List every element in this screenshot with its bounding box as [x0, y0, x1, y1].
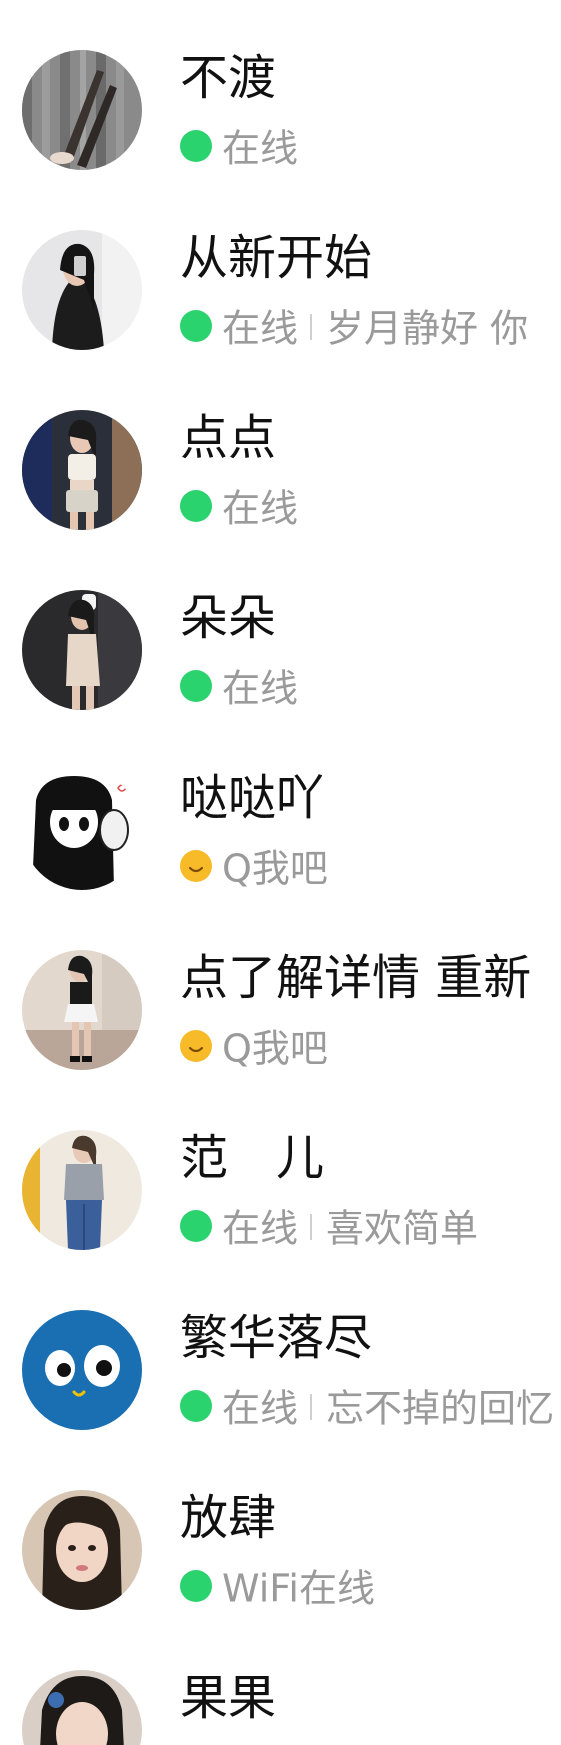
status-text: Q我吧: [222, 846, 328, 891]
contact-name: 繁华落尽: [180, 1310, 373, 1366]
avatar[interactable]: [22, 410, 142, 530]
status-text: 在线: [222, 1386, 299, 1431]
contact-row[interactable]: 繁华落尽 在线 忘不掉的回忆: [0, 1260, 561, 1440]
avatar[interactable]: [22, 50, 142, 170]
contact-row[interactable]: 从新开始 在线 岁月静好 你: [0, 180, 561, 360]
divider: [310, 1213, 313, 1240]
status-text: 在线: [222, 666, 299, 711]
online-dot-icon: [180, 489, 212, 522]
contact-row[interactable]: 范 儿 在线 喜欢简单: [0, 1080, 561, 1260]
contact-row[interactable]: 点点 在线: [0, 360, 561, 540]
signature-text: 喜欢简单: [326, 1206, 479, 1251]
contact-name: 不渡: [180, 50, 277, 106]
smile-icon: [180, 1029, 212, 1062]
status-text: 在线: [222, 126, 299, 171]
divider: [310, 313, 313, 340]
status-line: 在线: [180, 662, 299, 711]
contact-name: 范 儿: [180, 1130, 325, 1186]
online-dot-icon: [180, 1569, 212, 1602]
avatar[interactable]: [22, 590, 142, 710]
contact-row[interactable]: 不渡 在线: [0, 0, 561, 180]
avatar[interactable]: [22, 230, 142, 350]
online-dot-icon: [180, 129, 212, 162]
status-line: 在线 忘不掉的回忆: [180, 1382, 555, 1431]
avatar[interactable]: [22, 770, 142, 890]
contact-name: 果果: [180, 1670, 277, 1726]
contact-name: 点了解详情 重新: [180, 950, 532, 1006]
status-text: 在线: [222, 486, 299, 531]
status-line: Q我吧: [180, 1022, 328, 1071]
contact-row[interactable]: 放肆 WiFi在线: [0, 1440, 561, 1620]
contact-list: 不渡 在线 从新开始 在线 岁月静好 你 点点 在线 朵朵 在线 哒哒吖 Q我吧…: [0, 0, 561, 1745]
contact-row[interactable]: 果果: [0, 1620, 561, 1745]
online-dot-icon: [180, 1209, 212, 1242]
status-line: Q我吧: [180, 842, 328, 891]
contact-row[interactable]: 哒哒吖 Q我吧: [0, 720, 561, 900]
divider: [310, 1393, 313, 1420]
online-dot-icon: [180, 669, 212, 702]
contact-name: 从新开始: [180, 230, 373, 286]
status-line: 在线 喜欢简单: [180, 1202, 479, 1251]
status-line: WiFi在线: [180, 1562, 375, 1611]
status-text: WiFi在线: [222, 1566, 375, 1611]
avatar[interactable]: [22, 1670, 142, 1745]
online-dot-icon: [180, 1389, 212, 1422]
online-dot-icon: [180, 309, 212, 342]
signature-text: 忘不掉的回忆: [326, 1386, 555, 1431]
signature-text: 岁月静好 你: [326, 306, 529, 351]
smile-icon: [180, 849, 212, 882]
status-line: 在线: [180, 122, 299, 171]
contact-name: 点点: [180, 410, 277, 466]
contact-name: 朵朵: [180, 590, 277, 646]
avatar[interactable]: [22, 1490, 142, 1610]
status-text: 在线: [222, 306, 299, 351]
avatar[interactable]: [22, 1310, 142, 1430]
contact-name: 哒哒吖: [180, 770, 325, 826]
contact-name: 放肆: [180, 1490, 277, 1546]
status-text: Q我吧: [222, 1026, 328, 1071]
status-text: 在线: [222, 1206, 299, 1251]
avatar[interactable]: [22, 1130, 142, 1250]
status-line: 在线: [180, 482, 299, 531]
contact-row[interactable]: 点了解详情 重新 Q我吧: [0, 900, 561, 1080]
status-line: 在线 岁月静好 你: [180, 302, 529, 351]
avatar[interactable]: [22, 950, 142, 1070]
contact-row[interactable]: 朵朵 在线: [0, 540, 561, 720]
